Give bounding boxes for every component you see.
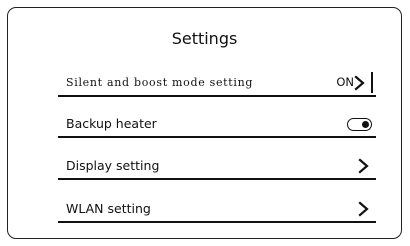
display-setting-row[interactable]: Display setting [58, 150, 376, 180]
settings-panel: Settings Silent and boost mode setting O… [7, 7, 402, 239]
page-title: Settings [171, 29, 238, 48]
backup-heater-toggle[interactable] [347, 118, 372, 131]
toggle-knob [362, 120, 369, 128]
wlan-setting-label: WLAN setting [66, 201, 151, 216]
focus-cursor-bar [371, 72, 373, 93]
chevron-right-icon [358, 201, 369, 217]
chevron-right-icon [354, 75, 365, 91]
backup-heater-row: Backup heater [58, 108, 376, 138]
display-setting-label: Display setting [66, 158, 160, 173]
backup-heater-label: Backup heater [66, 116, 157, 131]
silent-boost-mode-label: Silent and boost mode setting [66, 76, 254, 89]
silent-boost-mode-status: ON [336, 75, 354, 89]
chevron-right-icon [358, 158, 369, 174]
wlan-setting-row[interactable]: WLAN setting [58, 193, 376, 223]
silent-boost-mode-row[interactable]: Silent and boost mode setting ON [58, 67, 376, 97]
